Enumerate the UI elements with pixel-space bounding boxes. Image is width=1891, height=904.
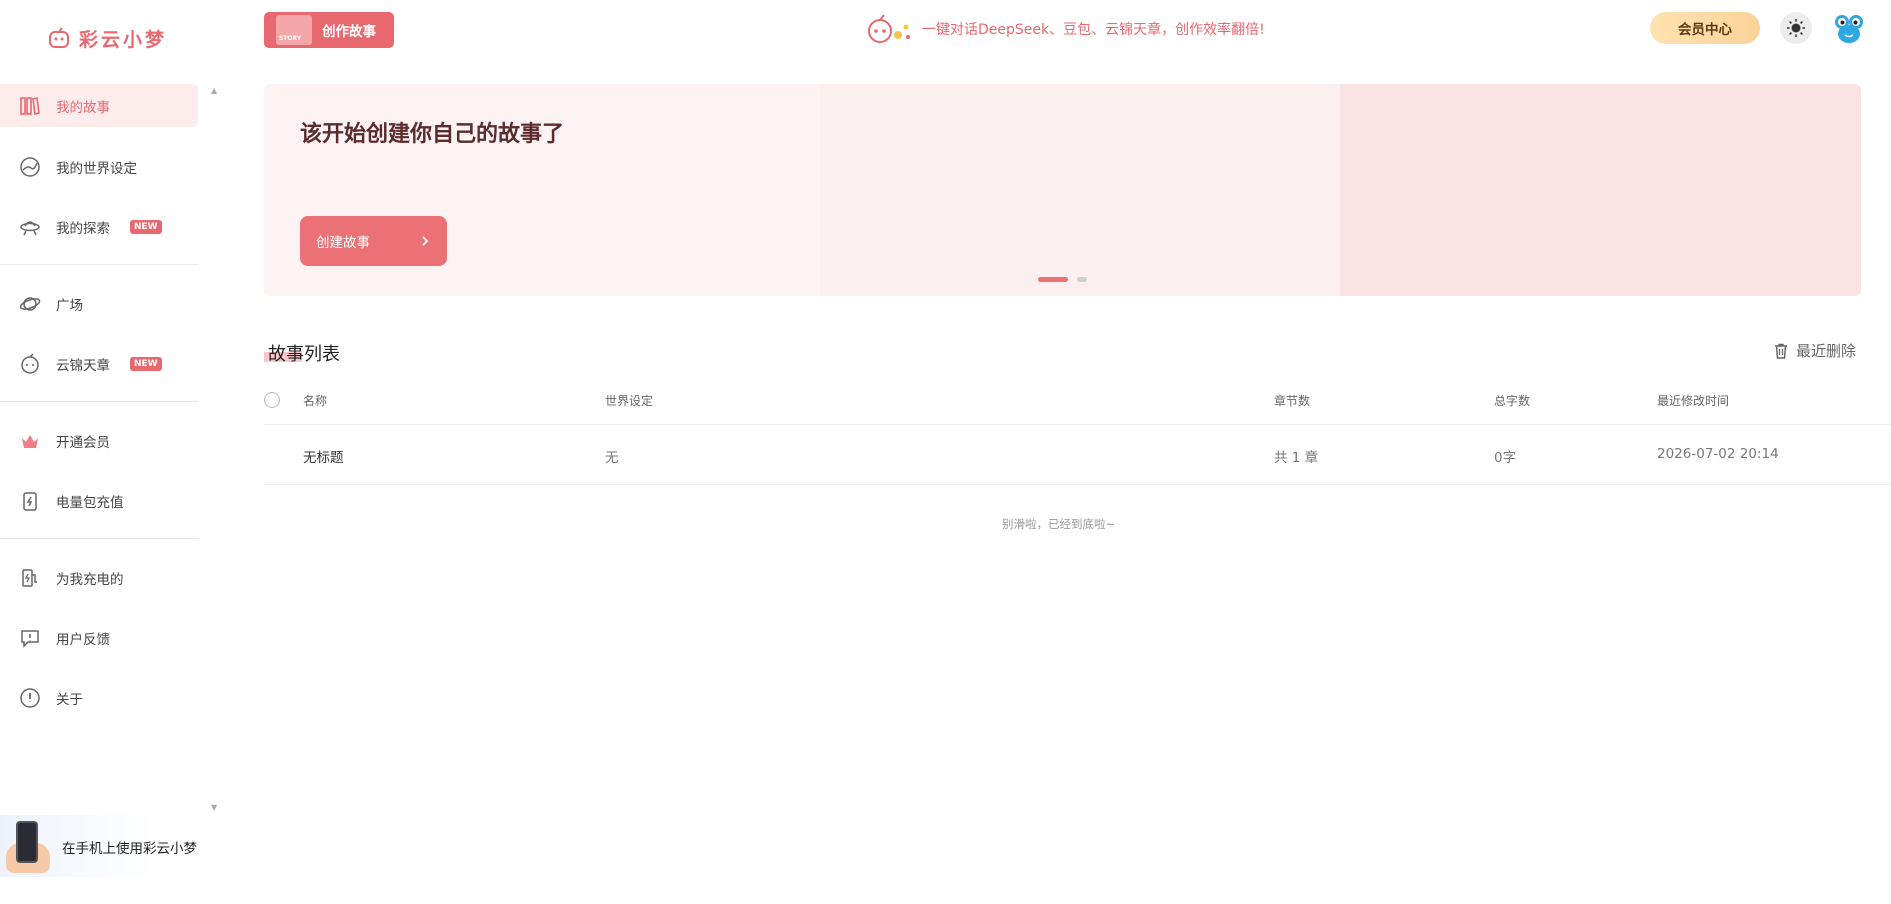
mascot-icon [18, 352, 42, 376]
mascot-icon [868, 14, 910, 43]
column-header-name[interactable]: 名称 [303, 392, 327, 409]
list-end-text: 别滑啦，已经到底啦~ [1002, 517, 1116, 531]
create-story-button[interactable]: STORY 创作故事 [264, 12, 394, 48]
sidebar-item-label: 关于 [56, 691, 83, 708]
scroll-down-caret[interactable]: ▼ [211, 803, 217, 812]
sidebar-item-membership[interactable]: 开通会员 [0, 419, 198, 462]
sidebar-divider [0, 538, 199, 539]
row-words: 0字 [1494, 450, 1517, 466]
app-logo[interactable]: 彩云小梦 [47, 24, 167, 52]
chevron-right-icon [422, 236, 429, 246]
logo-icon [49, 27, 69, 48]
row-world: 无 [605, 450, 619, 466]
sidebar-item-label: 云锦天章 [56, 357, 110, 374]
sidebar-item-my-stories[interactable]: 我的故事 [0, 84, 198, 127]
crown-icon [18, 429, 42, 453]
scroll-up-caret[interactable]: ▲ [211, 86, 217, 95]
select-all-checkbox[interactable] [264, 392, 280, 408]
column-header-world[interactable]: 世界设定 [605, 392, 653, 409]
column-header-modified[interactable]: 最近修改时间 [1657, 392, 1729, 409]
sidebar-item-label: 为我充电的 [56, 571, 124, 588]
hero-banner: 该开始创建你自己的故事了 创建故事 [264, 84, 1861, 296]
recently-deleted-button[interactable]: 最近删除 [1772, 340, 1856, 361]
info-icon [18, 686, 42, 710]
sidebar-item-explore[interactable]: 我的探索 NEW [0, 205, 198, 248]
sidebar-item-recharge[interactable]: 电量包充值 [0, 479, 198, 522]
hero-button-label: 创建故事 [316, 235, 370, 251]
sidebar-item-feedback[interactable]: 用户反馈 [0, 616, 198, 659]
story-book-icon: STORY [276, 15, 312, 45]
sidebar-item-square[interactable]: 广场 [0, 282, 198, 325]
sidebar-item-world-settings[interactable]: 我的世界设定 [0, 145, 198, 188]
sun-icon [1787, 19, 1805, 37]
sidebar-item-label: 用户反馈 [56, 631, 110, 648]
feedback-icon [18, 626, 42, 650]
sidebar-item-supporters[interactable]: 为我充电的 [0, 556, 198, 599]
sidebar-item-label: 开通会员 [56, 434, 110, 451]
globe-icon [18, 155, 42, 179]
row-modified: 2026-07-02 20:14 [1657, 446, 1779, 462]
column-header-chapters[interactable]: 章节数 [1274, 392, 1310, 409]
sidebar-item-yunjin[interactable]: 云锦天章 NEW [0, 342, 198, 385]
sidebar-item-about[interactable]: 关于 [0, 676, 198, 719]
sidebar-item-label: 广场 [56, 297, 83, 314]
sidebar-item-label: 我的世界设定 [56, 160, 137, 177]
table-row[interactable]: 无标题 无 共 1 章 0字 2026-07-02 20:14 [264, 425, 1891, 484]
table-row-divider [264, 484, 1891, 485]
hero-panel-middle [820, 84, 1340, 296]
column-header-words[interactable]: 总字数 [1494, 392, 1530, 409]
mobile-promo-text: 在手机上使用彩云小梦 [62, 841, 197, 857]
carousel-dot-active[interactable] [1038, 277, 1068, 282]
recently-deleted-label: 最近删除 [1796, 342, 1857, 360]
new-badge: NEW [130, 219, 162, 234]
member-center-button[interactable]: 会员中心 [1650, 12, 1760, 44]
ufo-icon [18, 215, 42, 239]
row-chapters: 共 1 章 [1274, 450, 1319, 466]
carousel-dot[interactable] [1077, 277, 1087, 282]
user-avatar[interactable] [1833, 12, 1865, 44]
sidebar-divider [0, 264, 199, 265]
sidebar-divider [0, 401, 199, 402]
promo-text: 一键对话DeepSeek、豆包、云锦天章，创作效率翻倍! [922, 22, 1265, 38]
theme-toggle-button[interactable] [1780, 12, 1812, 44]
sidebar-item-label: 我的故事 [56, 99, 110, 116]
sidebar-item-label: 我的探索 [56, 220, 110, 237]
new-badge: NEW [130, 356, 162, 371]
trash-icon [1775, 343, 1787, 359]
create-story-label: 创作故事 [322, 24, 376, 40]
deepseek-promo-banner[interactable]: 一键对话DeepSeek、豆包、云锦天章，创作效率翻倍! [864, 12, 1265, 46]
hero-title: 该开始创建你自己的故事了 [300, 122, 565, 147]
story-list-title: 故事列表 [268, 344, 340, 365]
phone-icon [16, 821, 38, 863]
sidebar-item-label: 电量包充值 [56, 494, 124, 511]
mobile-app-promo[interactable]: 在手机上使用彩云小梦 [0, 815, 200, 877]
charger-icon [18, 566, 42, 590]
logo-text: 彩云小梦 [79, 28, 168, 51]
hero-create-story-button[interactable]: 创建故事 [300, 216, 447, 266]
sidebar: 彩云小梦 ▲ ▼ 我的故事 我的世界设定 我的探索 NEW 广场 云锦天章 NE… [0, 0, 217, 904]
hero-panel-right [1340, 84, 1861, 296]
battery-charge-icon [18, 489, 42, 513]
planet-icon [18, 292, 42, 316]
books-icon [18, 94, 42, 118]
story-icon-text: STORY [279, 35, 302, 42]
row-name: 无标题 [303, 450, 344, 466]
